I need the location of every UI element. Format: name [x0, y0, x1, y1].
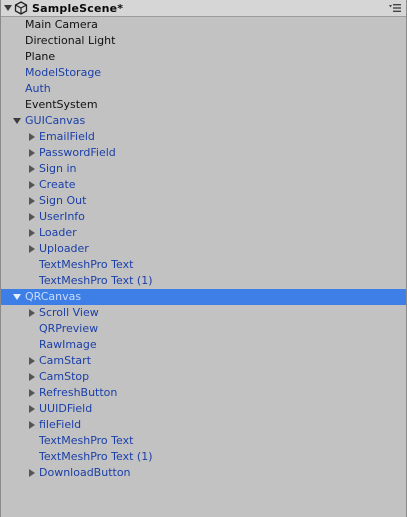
item-label: ModelStorage — [25, 66, 102, 79]
item-label: RefreshButton — [39, 386, 118, 399]
hierarchy-item-raw-image[interactable]: RawImage — [1, 337, 406, 353]
item-label: UserInfo — [39, 210, 85, 223]
hierarchy-item-cam-start[interactable]: CamStart — [1, 353, 406, 369]
scene-header[interactable]: SampleScene* — [1, 0, 406, 17]
triangle-right-icon[interactable] — [26, 369, 38, 385]
item-label: Uploader — [39, 242, 89, 255]
item-label: Create — [39, 178, 76, 191]
triangle-right-icon[interactable] — [26, 353, 38, 369]
triangle-right-icon[interactable] — [26, 385, 38, 401]
item-label: Sign Out — [39, 194, 87, 207]
hierarchy-item-plane[interactable]: Plane — [1, 49, 406, 65]
item-label: TextMeshPro Text — [39, 434, 134, 447]
hierarchy-item-uploader[interactable]: Uploader — [1, 241, 406, 257]
hierarchy-item-model-storage[interactable]: ModelStorage — [1, 65, 406, 81]
hierarchy-item-cam-stop[interactable]: CamStop — [1, 369, 406, 385]
triangle-right-icon[interactable] — [26, 177, 38, 193]
item-label: Loader — [39, 226, 77, 239]
item-label: TextMeshPro Text — [39, 258, 134, 271]
item-label: CamStop — [39, 370, 90, 383]
item-label: Auth — [25, 82, 51, 95]
hierarchy-item-textmeshpro-text[interactable]: TextMeshPro Text — [1, 257, 406, 273]
hierarchy-item-directional-light[interactable]: Directional Light — [1, 33, 406, 49]
item-label: EmailField — [39, 130, 95, 143]
triangle-right-icon[interactable] — [26, 465, 38, 481]
unity-logo-icon — [14, 1, 28, 15]
triangle-right-icon[interactable] — [26, 129, 38, 145]
hierarchy-item-main-camera[interactable]: Main Camera — [1, 17, 406, 33]
triangle-down-icon[interactable] — [11, 289, 23, 305]
hamburger-menu-icon[interactable] — [388, 2, 402, 14]
hierarchy-item-file-field[interactable]: fileField — [1, 417, 406, 433]
triangle-right-icon[interactable] — [26, 401, 38, 417]
item-label: fileField — [39, 418, 82, 431]
hierarchy-item-password-field[interactable]: PasswordField — [1, 145, 406, 161]
hierarchy-item-loader[interactable]: Loader — [1, 225, 406, 241]
hierarchy-item-refresh-button[interactable]: RefreshButton — [1, 385, 406, 401]
item-label: QRCanvas — [25, 290, 82, 303]
hierarchy-item-auth[interactable]: Auth — [1, 81, 406, 97]
hierarchy-item-uuid-field[interactable]: UUIDField — [1, 401, 406, 417]
collapse-arrow-icon[interactable] — [3, 5, 13, 11]
triangle-right-icon[interactable] — [26, 305, 38, 321]
hierarchy-item-email-field[interactable]: EmailField — [1, 129, 406, 145]
hierarchy-item-qr-canvas[interactable]: QRCanvas — [1, 289, 406, 305]
hierarchy-item-sign-in[interactable]: Sign in — [1, 161, 406, 177]
item-label: TextMeshPro Text (1) — [39, 274, 153, 287]
hierarchy-item-sign-out[interactable]: Sign Out — [1, 193, 406, 209]
triangle-right-icon[interactable] — [26, 241, 38, 257]
hierarchy-item-qr-preview[interactable]: QRPreview — [1, 321, 406, 337]
item-label: EventSystem — [25, 98, 98, 111]
item-label: PasswordField — [39, 146, 116, 159]
hierarchy-item-create[interactable]: Create — [1, 177, 406, 193]
hierarchy-item-event-system[interactable]: EventSystem — [1, 97, 406, 113]
item-label: Plane — [25, 50, 56, 63]
item-label: GUICanvas — [25, 114, 86, 127]
item-label: Main Camera — [25, 18, 98, 31]
hierarchy-item-textmeshpro-text-1[interactable]: TextMeshPro Text (1) — [1, 273, 406, 289]
item-label: Scroll View — [39, 306, 99, 319]
hierarchy-item-qr-textmeshpro-text-1[interactable]: TextMeshPro Text (1) — [1, 449, 406, 465]
item-label: DownloadButton — [39, 466, 131, 479]
triangle-down-icon[interactable] — [11, 113, 23, 129]
triangle-right-icon[interactable] — [26, 209, 38, 225]
hierarchy-item-gui-canvas[interactable]: GUICanvas — [1, 113, 406, 129]
hierarchy-item-qr-textmeshpro-text[interactable]: TextMeshPro Text — [1, 433, 406, 449]
item-label: TextMeshPro Text (1) — [39, 450, 153, 463]
hierarchy-item-scroll-view[interactable]: Scroll View — [1, 305, 406, 321]
item-label: Directional Light — [25, 34, 116, 47]
hierarchy-item-download-button[interactable]: DownloadButton — [1, 465, 406, 481]
item-label: QRPreview — [39, 322, 99, 335]
hierarchy-list: Main Camera Directional Light Plane Mode… — [1, 17, 406, 481]
item-label: UUIDField — [39, 402, 93, 415]
item-label: RawImage — [39, 338, 97, 351]
hierarchy-panel: SampleScene* Main Camera Directional Lig… — [0, 0, 407, 517]
triangle-right-icon[interactable] — [26, 225, 38, 241]
item-label: CamStart — [39, 354, 92, 367]
triangle-right-icon[interactable] — [26, 161, 38, 177]
scene-title: SampleScene* — [32, 1, 124, 15]
triangle-right-icon[interactable] — [26, 145, 38, 161]
triangle-right-icon[interactable] — [26, 417, 38, 433]
item-label: Sign in — [39, 162, 77, 175]
triangle-right-icon[interactable] — [26, 193, 38, 209]
hierarchy-item-user-info[interactable]: UserInfo — [1, 209, 406, 225]
